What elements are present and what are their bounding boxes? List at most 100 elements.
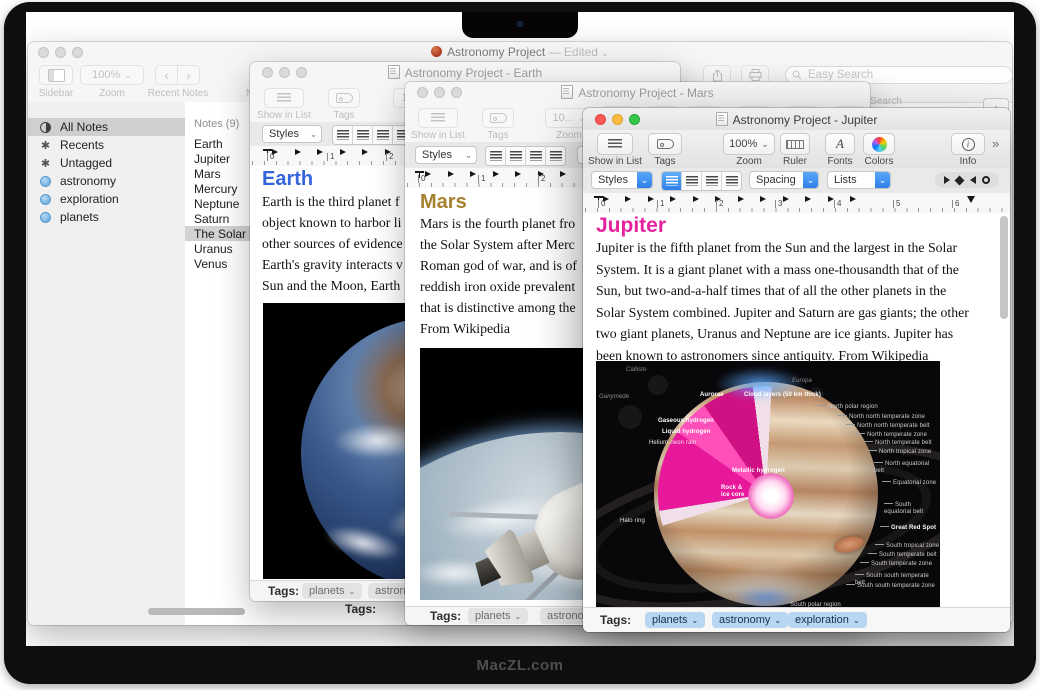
lists-dropdown[interactable]: Lists⌄ [827, 171, 891, 189]
sidebar-item-astronomy[interactable]: astronomy [28, 172, 185, 190]
main-titlebar[interactable]: Astronomy Project — Edited ⌄ [28, 42, 1012, 62]
right-tab-icon[interactable] [970, 176, 976, 184]
align-justify-button[interactable] [702, 172, 722, 190]
toolbar-overflow-icon[interactable]: » [992, 136, 999, 151]
show-in-list-label: Show in List [257, 110, 311, 121]
right-indent-icon[interactable] [967, 196, 975, 203]
search-label: Search [870, 96, 902, 107]
show-in-list-button[interactable] [597, 133, 633, 155]
zoom-window-icon[interactable] [72, 47, 83, 58]
alignment-buttons [332, 125, 413, 145]
tag-pill-astronomy[interactable]: astronomy⌄ [712, 612, 788, 628]
chevron-down-icon: ⌄ [348, 587, 355, 596]
tags-button[interactable] [328, 88, 360, 108]
sidebar-item-recents[interactable]: ✱ Recents [28, 136, 185, 154]
recent-back-button[interactable]: ‹ [155, 65, 178, 85]
tab-stop-icon [560, 171, 566, 177]
tab-stop-well[interactable] [935, 172, 999, 188]
tab-stop-icon [738, 196, 744, 202]
body-line: other sources of evidence [262, 236, 403, 252]
jupiter-ruler[interactable]: 0 1 2 3 4 5 6 [583, 193, 1010, 214]
ruler-number: 0 [598, 200, 605, 208]
ruler-button[interactable] [780, 133, 810, 155]
sidebar-toggle-button[interactable] [39, 65, 73, 85]
tag-pill-exploration[interactable]: exploration⌄ [788, 612, 867, 628]
jupiter-content[interactable]: Jupiter Jupiter is the fifth planet from… [583, 213, 1010, 608]
styles-dropdown[interactable]: Styles⌄ [591, 171, 653, 189]
mars-titlebar[interactable]: Astronomy Project - Mars [405, 82, 870, 102]
sidebar-item-all-notes[interactable]: All Notes [28, 118, 185, 136]
colors-button[interactable] [863, 133, 895, 155]
list-icon [431, 113, 445, 123]
minimize-icon[interactable] [279, 67, 290, 78]
zoom-dropdown[interactable]: 100%⌄ [80, 65, 144, 85]
first-line-indent-icon[interactable] [263, 149, 272, 151]
ruler-number: 1 [657, 200, 664, 208]
close-icon[interactable] [38, 47, 49, 58]
zoom-window-icon[interactable] [451, 87, 462, 98]
blue-dot-icon [39, 212, 52, 223]
jupiter-titlebar[interactable]: Astronomy Project - Jupiter [583, 108, 1010, 130]
fonts-button[interactable]: A [825, 133, 855, 155]
chevron-down-icon: ⌄ [691, 616, 698, 625]
zoom-label: Zoom [736, 156, 762, 167]
align-justify-button[interactable] [373, 126, 393, 144]
diagram-label: North north temperate zone [838, 414, 925, 421]
tags-label: Tags [654, 156, 675, 167]
tab-stop-icon [693, 196, 699, 202]
chevron-down-icon: ⌄ [803, 172, 818, 188]
zoom-window-icon[interactable] [296, 67, 307, 78]
ruler-number: 4 [834, 200, 841, 208]
align-justify-button[interactable] [526, 147, 546, 165]
left-tab-icon[interactable] [944, 176, 950, 184]
body-line: From Wikipedia [420, 321, 510, 337]
align-left-button[interactable] [333, 126, 353, 144]
sidebar-item-untagged[interactable]: ✱ Untagged [28, 154, 185, 172]
jupiter-diagram-labels: CallistoEuropaGanymedeAuroraeCloud layer… [596, 361, 940, 608]
zoom-dropdown[interactable]: 100%⌄ [723, 133, 775, 155]
tag-pill-planets[interactable]: planets⌄ [468, 608, 528, 624]
recent-forward-button[interactable]: › [177, 65, 200, 85]
align-center-button[interactable] [506, 147, 526, 165]
camera-notch [462, 12, 578, 38]
align-left-button[interactable] [486, 147, 506, 165]
minimize-icon[interactable] [612, 114, 623, 125]
minimize-icon[interactable] [434, 87, 445, 98]
close-icon[interactable] [417, 87, 428, 98]
minimize-icon[interactable] [55, 47, 66, 58]
sidebar-item-exploration[interactable]: exploration [28, 190, 185, 208]
alignment-buttons [661, 171, 742, 191]
tags-button[interactable] [648, 133, 682, 155]
align-center-button[interactable] [682, 172, 702, 190]
search-input[interactable] [806, 68, 1006, 82]
first-line-indent-icon[interactable] [594, 196, 603, 198]
sidebar-item-planets[interactable]: planets [28, 208, 185, 226]
close-icon[interactable] [262, 67, 273, 78]
styles-dropdown[interactable]: Styles⌄ [262, 125, 322, 143]
tag-pill-planets[interactable]: planets⌄ [645, 612, 705, 628]
align-center-button[interactable] [353, 126, 373, 144]
show-in-list-button[interactable] [264, 88, 304, 108]
tags-button[interactable] [482, 108, 514, 128]
show-in-list-button[interactable] [418, 108, 458, 128]
jupiter-heading: Jupiter [596, 214, 666, 238]
center-tab-icon[interactable] [982, 176, 990, 184]
spacing-dropdown[interactable]: Spacing⌄ [749, 171, 819, 189]
align-right-button[interactable] [546, 147, 565, 165]
align-right-button[interactable] [722, 172, 741, 190]
first-line-indent-icon[interactable] [415, 171, 424, 173]
chevron-down-icon: ⌄ [774, 616, 781, 625]
tag-pill-planets[interactable]: planets⌄ [302, 583, 362, 599]
tag-icon [490, 113, 507, 123]
content-vscrollbar[interactable] [1000, 216, 1008, 319]
close-icon[interactable] [595, 114, 606, 125]
chevron-down-icon: ⌄ [875, 172, 890, 188]
jupiter-toolbar: Show in List Tags 100%⌄ Zoom Ruler A Fon… [583, 130, 1010, 169]
align-left-button[interactable] [662, 172, 682, 190]
zoom-window-icon[interactable] [629, 114, 640, 125]
decimal-tab-icon[interactable] [955, 175, 965, 185]
info-button[interactable]: i [951, 133, 985, 155]
notes-hscrollbar[interactable] [148, 608, 245, 615]
earth-titlebar[interactable]: Astronomy Project - Earth [250, 62, 680, 82]
styles-dropdown[interactable]: Styles⌄ [415, 146, 477, 164]
